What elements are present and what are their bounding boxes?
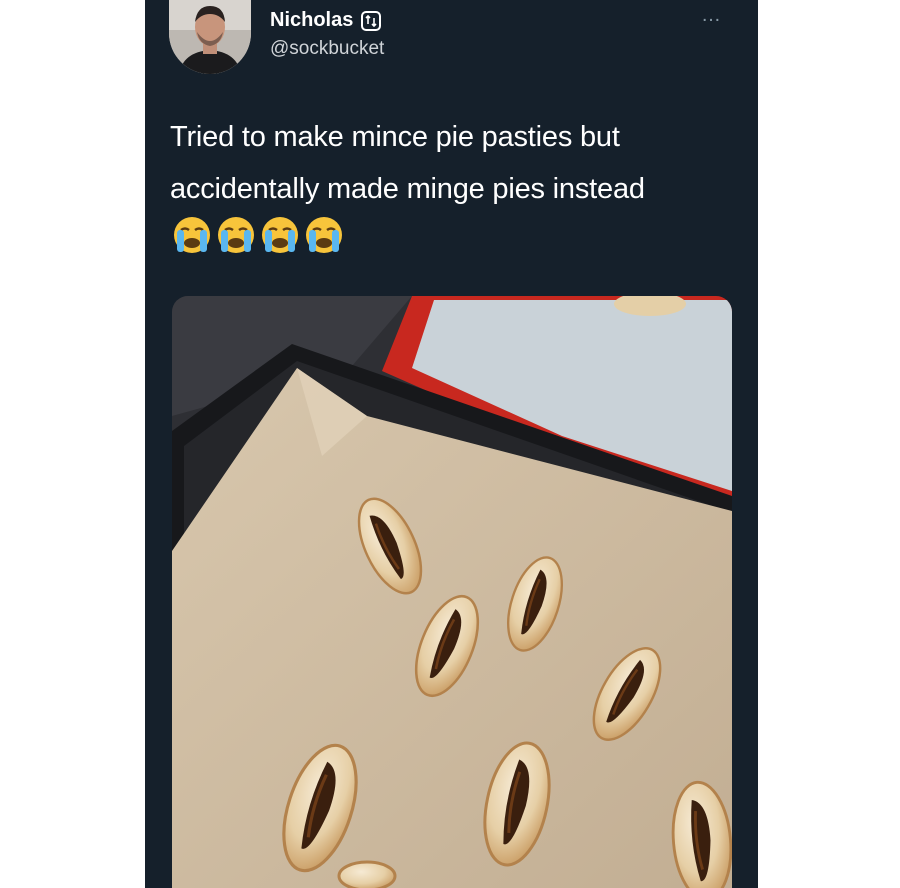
tweet-text: Tried to make mince pie pasties but acci… bbox=[170, 111, 730, 268]
author-handle[interactable]: @sockbucket bbox=[270, 38, 384, 60]
tweet-card: Nicholas @sockbucket … Tried to make min… bbox=[145, 0, 758, 888]
more-options-icon[interactable]: … bbox=[701, 4, 722, 27]
tweet-body: Tried to make mince pie pasties but acci… bbox=[170, 121, 645, 205]
author-row: Nicholas bbox=[270, 9, 382, 32]
tweet-photo[interactable] bbox=[172, 296, 732, 888]
author-name[interactable]: Nicholas bbox=[270, 9, 353, 32]
avatar[interactable] bbox=[169, 0, 251, 74]
retweet-badge-icon bbox=[361, 10, 382, 31]
crying-face-icon bbox=[306, 217, 342, 253]
pasties-photo bbox=[172, 296, 732, 888]
crying-face-icon bbox=[218, 217, 254, 253]
crying-face-icon bbox=[174, 217, 210, 253]
crying-face-icon bbox=[262, 217, 298, 253]
avatar-photo bbox=[169, 0, 251, 74]
emoji-row bbox=[172, 215, 344, 255]
